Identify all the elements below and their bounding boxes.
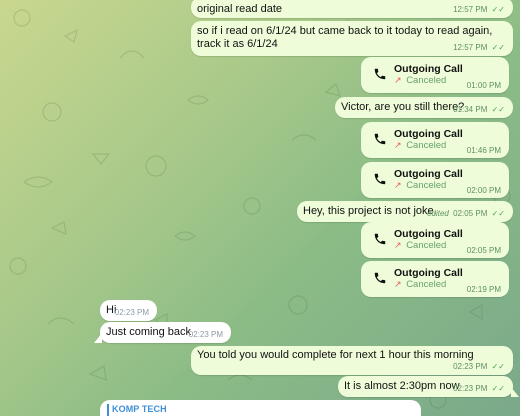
call-message-bubble[interactable]: Outgoing Call ↗ Canceled 02:00 PM bbox=[361, 162, 509, 198]
message-time: 02:23 PM bbox=[188, 330, 223, 339]
call-title: Outgoing Call bbox=[394, 128, 463, 140]
message-time: 02:19 PM bbox=[466, 285, 501, 294]
read-receipt-icon: ✓✓ bbox=[491, 362, 505, 371]
message-bubble-out: original read date 12:57 PM ✓✓ bbox=[191, 0, 513, 18]
message-text: Just coming back bbox=[106, 326, 191, 338]
call-status-text: Canceled bbox=[406, 180, 447, 191]
read-receipt-icon: ✓✓ bbox=[491, 209, 505, 218]
message-time: 01:00 PM bbox=[466, 81, 501, 90]
call-status: ↗ Canceled bbox=[394, 180, 446, 191]
call-status-text: Canceled bbox=[406, 75, 447, 86]
message-time-text: 12:57 PM bbox=[453, 43, 488, 52]
message-text: original read date bbox=[197, 3, 283, 15]
message-time: 02:23 PM bbox=[114, 308, 149, 317]
message-time: 02:00 PM bbox=[466, 186, 501, 195]
call-message-bubble[interactable]: Outgoing Call ↗ Canceled 01:00 PM bbox=[361, 57, 509, 93]
call-status: ↗ Canceled bbox=[394, 140, 446, 151]
call-title: Outgoing Call bbox=[394, 228, 463, 240]
missed-call-arrow-icon: ↗ bbox=[394, 279, 402, 289]
message-text: It is almost 2:30pm now bbox=[344, 380, 460, 392]
missed-call-arrow-icon: ↗ bbox=[394, 140, 402, 150]
message-time: 02:05 PM bbox=[466, 246, 501, 255]
phone-icon bbox=[374, 68, 386, 80]
missed-call-arrow-icon: ↗ bbox=[394, 240, 402, 250]
message-text: You told you would complete for next 1 h… bbox=[197, 349, 474, 361]
message-time-text: 02:05 PM bbox=[453, 209, 488, 218]
read-receipt-icon: ✓✓ bbox=[491, 105, 505, 114]
call-title: Outgoing Call bbox=[394, 168, 463, 180]
message-time: 01:46 PM bbox=[466, 146, 501, 155]
message-bubble-in: Hi 02:23 PM bbox=[100, 300, 157, 321]
read-receipt-icon: ✓✓ bbox=[491, 384, 505, 393]
message-time-text: 01:34 PM bbox=[453, 105, 488, 114]
message-bubble-out: You told you would complete for next 1 h… bbox=[191, 346, 513, 375]
call-message-bubble[interactable]: Outgoing Call ↗ Canceled 02:19 PM bbox=[361, 261, 509, 297]
message-time: 01:34 PM ✓✓ bbox=[453, 105, 505, 114]
message-text: Hey, this project is not joke. bbox=[303, 205, 437, 217]
phone-icon bbox=[374, 233, 386, 245]
call-status-text: Canceled bbox=[406, 240, 447, 251]
message-time: 02:23 PM ✓✓ bbox=[453, 384, 505, 393]
message-bubble-out: Hey, this project is not joke. edited 02… bbox=[297, 201, 513, 222]
phone-icon bbox=[374, 173, 386, 185]
missed-call-arrow-icon: ↗ bbox=[394, 180, 402, 190]
message-bubble-out: so if i read on 6/1/24 but came back to … bbox=[191, 21, 513, 56]
message-text: Victor, are you still there? bbox=[341, 101, 465, 113]
link-preview-title: KOMP TECH bbox=[112, 404, 167, 414]
call-status: ↗ Canceled bbox=[394, 240, 446, 251]
message-bubble-out: It is almost 2:30pm now 02:23 PM ✓✓ bbox=[338, 376, 519, 397]
message-time: 12:57 PM ✓✓ bbox=[453, 5, 505, 14]
call-status: ↗ Canceled bbox=[394, 279, 446, 290]
link-preview-card[interactable]: KOMP TECH bbox=[100, 400, 421, 416]
call-status-text: Canceled bbox=[406, 140, 447, 151]
missed-call-arrow-icon: ↗ bbox=[394, 75, 402, 85]
message-time-text: 02:23 PM bbox=[453, 384, 488, 393]
read-receipt-icon: ✓✓ bbox=[491, 43, 505, 52]
read-receipt-icon: ✓✓ bbox=[491, 5, 505, 14]
call-status-text: Canceled bbox=[406, 279, 447, 290]
call-status: ↗ Canceled bbox=[394, 75, 446, 86]
call-message-bubble[interactable]: Outgoing Call ↗ Canceled 02:05 PM bbox=[361, 222, 509, 258]
message-time-text: 02:23 PM bbox=[453, 362, 488, 371]
chat-background: original read date 12:57 PM ✓✓ so if i r… bbox=[0, 0, 520, 416]
phone-icon bbox=[374, 133, 386, 145]
call-message-bubble[interactable]: Outgoing Call ↗ Canceled 01:46 PM bbox=[361, 122, 509, 158]
message-time: 12:57 PM ✓✓ bbox=[453, 43, 505, 52]
edited-label: edited bbox=[427, 209, 449, 218]
message-bubble-in: Just coming back 02:23 PM bbox=[94, 322, 231, 343]
call-title: Outgoing Call bbox=[394, 267, 463, 279]
message-time: edited 02:05 PM ✓✓ bbox=[427, 209, 505, 218]
message-time: 02:23 PM ✓✓ bbox=[453, 362, 505, 371]
link-preview-accent-bar bbox=[107, 404, 109, 416]
message-time-text: 12:57 PM bbox=[453, 5, 488, 14]
phone-icon bbox=[374, 272, 386, 284]
message-bubble-out: Victor, are you still there? 01:34 PM ✓✓ bbox=[335, 97, 513, 118]
call-title: Outgoing Call bbox=[394, 63, 463, 75]
